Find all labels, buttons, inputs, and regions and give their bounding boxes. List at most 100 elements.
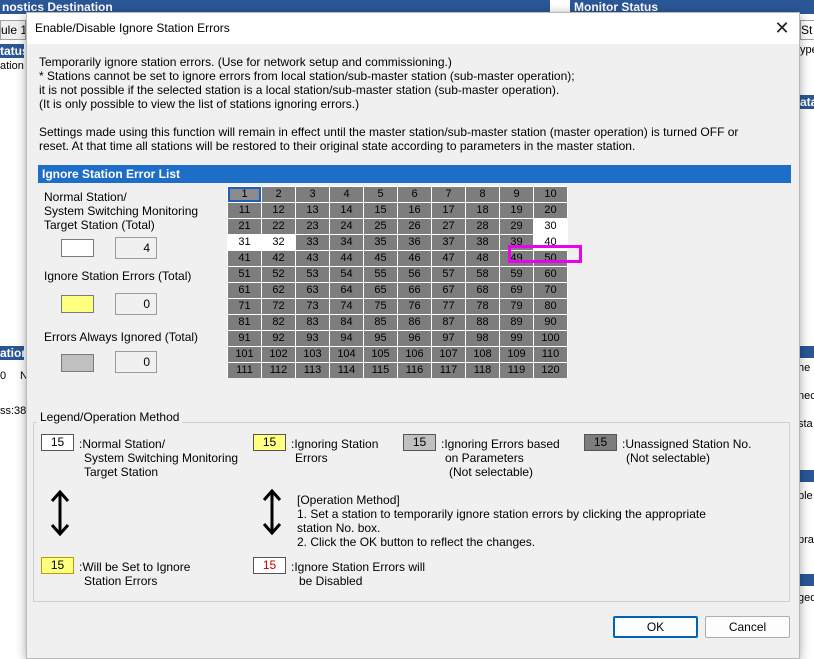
station-cell[interactable]: 46 <box>398 251 431 266</box>
station-cell[interactable]: 95 <box>364 331 397 346</box>
station-cell[interactable]: 2 <box>262 187 295 202</box>
station-cell[interactable]: 73 <box>296 299 329 314</box>
station-cell[interactable]: 117 <box>432 363 465 378</box>
station-cell[interactable]: 64 <box>330 283 363 298</box>
station-cell[interactable]: 31 <box>228 235 261 250</box>
station-cell[interactable]: 79 <box>500 299 533 314</box>
station-cell[interactable]: 74 <box>330 299 363 314</box>
station-cell[interactable]: 16 <box>398 203 431 218</box>
station-cell[interactable]: 33 <box>296 235 329 250</box>
station-cell[interactable]: 21 <box>228 219 261 234</box>
station-cell[interactable]: 55 <box>364 267 397 282</box>
station-cell[interactable]: 26 <box>398 219 431 234</box>
station-cell[interactable]: 88 <box>466 315 499 330</box>
station-cell[interactable]: 84 <box>330 315 363 330</box>
station-cell[interactable]: 19 <box>500 203 533 218</box>
station-cell[interactable]: 103 <box>296 347 329 362</box>
station-cell[interactable]: 100 <box>534 331 567 346</box>
station-cell[interactable]: 76 <box>398 299 431 314</box>
station-cell[interactable]: 37 <box>432 235 465 250</box>
station-cell[interactable]: 86 <box>398 315 431 330</box>
station-cell[interactable]: 42 <box>262 251 295 266</box>
station-cell[interactable]: 65 <box>364 283 397 298</box>
station-cell[interactable]: 119 <box>500 363 533 378</box>
station-cell[interactable]: 68 <box>466 283 499 298</box>
station-cell[interactable]: 120 <box>534 363 567 378</box>
station-cell[interactable]: 110 <box>534 347 567 362</box>
station-cell[interactable]: 35 <box>364 235 397 250</box>
station-cell[interactable]: 60 <box>534 267 567 282</box>
station-cell[interactable]: 44 <box>330 251 363 266</box>
station-cell[interactable]: 70 <box>534 283 567 298</box>
station-cell[interactable]: 32 <box>262 235 295 250</box>
station-cell[interactable]: 93 <box>296 331 329 346</box>
station-cell[interactable]: 61 <box>228 283 261 298</box>
station-cell[interactable]: 23 <box>296 219 329 234</box>
station-cell[interactable]: 108 <box>466 347 499 362</box>
station-cell[interactable]: 75 <box>364 299 397 314</box>
station-cell[interactable]: 15 <box>364 203 397 218</box>
station-cell[interactable]: 107 <box>432 347 465 362</box>
station-cell[interactable]: 116 <box>398 363 431 378</box>
ok-button[interactable]: OK <box>613 616 698 638</box>
station-cell[interactable]: 98 <box>466 331 499 346</box>
station-cell[interactable]: 27 <box>432 219 465 234</box>
station-cell[interactable]: 105 <box>364 347 397 362</box>
station-cell[interactable]: 25 <box>364 219 397 234</box>
station-cell[interactable]: 102 <box>262 347 295 362</box>
station-cell[interactable]: 82 <box>262 315 295 330</box>
station-cell[interactable]: 85 <box>364 315 397 330</box>
station-cell[interactable]: 111 <box>228 363 261 378</box>
station-cell[interactable]: 94 <box>330 331 363 346</box>
station-cell[interactable]: 6 <box>398 187 431 202</box>
station-cell[interactable]: 52 <box>262 267 295 282</box>
station-cell[interactable]: 91 <box>228 331 261 346</box>
station-cell[interactable]: 83 <box>296 315 329 330</box>
station-cell[interactable]: 30 <box>534 219 567 234</box>
station-cell[interactable]: 97 <box>432 331 465 346</box>
station-cell[interactable]: 24 <box>330 219 363 234</box>
station-cell[interactable]: 90 <box>534 315 567 330</box>
station-cell[interactable]: 1 <box>228 187 261 202</box>
station-cell[interactable]: 14 <box>330 203 363 218</box>
station-cell[interactable]: 11 <box>228 203 261 218</box>
station-cell[interactable]: 59 <box>500 267 533 282</box>
station-cell[interactable]: 5 <box>364 187 397 202</box>
station-cell[interactable]: 92 <box>262 331 295 346</box>
cancel-button[interactable]: Cancel <box>705 616 790 638</box>
station-cell[interactable]: 115 <box>364 363 397 378</box>
station-cell[interactable]: 69 <box>500 283 533 298</box>
station-cell[interactable]: 112 <box>262 363 295 378</box>
station-cell[interactable]: 43 <box>296 251 329 266</box>
station-cell[interactable]: 89 <box>500 315 533 330</box>
station-cell[interactable]: 29 <box>500 219 533 234</box>
station-cell[interactable]: 114 <box>330 363 363 378</box>
station-cell[interactable]: 57 <box>432 267 465 282</box>
station-cell[interactable]: 48 <box>466 251 499 266</box>
bg-module-tab[interactable]: ule 1 <box>0 20 26 40</box>
station-cell[interactable]: 34 <box>330 235 363 250</box>
station-cell[interactable]: 51 <box>228 267 261 282</box>
station-cell[interactable]: 104 <box>330 347 363 362</box>
station-cell[interactable]: 18 <box>466 203 499 218</box>
station-cell[interactable]: 39 <box>500 235 533 250</box>
station-cell[interactable]: 99 <box>500 331 533 346</box>
station-cell[interactable]: 63 <box>296 283 329 298</box>
station-cell[interactable]: 4 <box>330 187 363 202</box>
station-cell[interactable]: 38 <box>466 235 499 250</box>
station-cell[interactable]: 8 <box>466 187 499 202</box>
station-cell[interactable]: 17 <box>432 203 465 218</box>
station-cell[interactable]: 109 <box>500 347 533 362</box>
station-cell[interactable]: 9 <box>500 187 533 202</box>
station-cell[interactable]: 49 <box>500 251 533 266</box>
station-cell[interactable]: 28 <box>466 219 499 234</box>
station-cell[interactable]: 77 <box>432 299 465 314</box>
station-cell[interactable]: 50 <box>534 251 567 266</box>
station-cell[interactable]: 78 <box>466 299 499 314</box>
station-cell[interactable]: 66 <box>398 283 431 298</box>
station-cell[interactable]: 106 <box>398 347 431 362</box>
station-cell[interactable]: 40 <box>534 235 567 250</box>
station-cell[interactable]: 7 <box>432 187 465 202</box>
station-cell[interactable]: 47 <box>432 251 465 266</box>
station-cell[interactable]: 41 <box>228 251 261 266</box>
